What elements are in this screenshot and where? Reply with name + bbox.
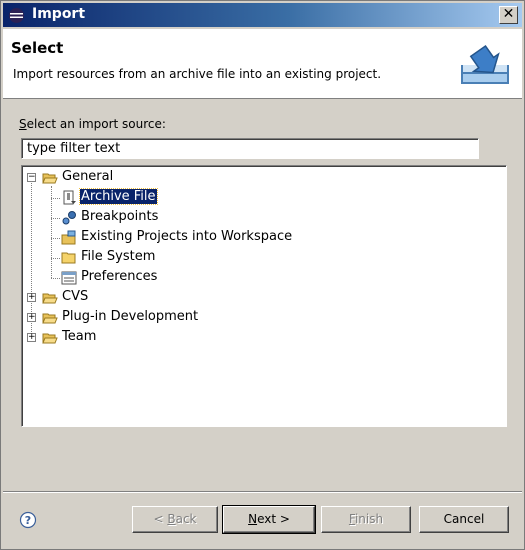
expand-icon[interactable]: + [27,333,36,342]
button-label-prefix: < [153,512,168,526]
import-wizard-icon [461,44,509,84]
tree-item-file-system[interactable]: File System [22,248,502,268]
tree-item-plugin-development[interactable]: + Plug-in Development [22,308,502,328]
label-text: elect an import source: [26,117,166,131]
tree-item-cvs[interactable]: + CVS [22,288,502,308]
tree-label: Plug-in Development [62,309,199,324]
tree-item-team[interactable]: + Team [22,328,502,348]
tree-label: Breakpoints [81,209,159,224]
preferences-icon [61,271,77,285]
tree-label: CVS [62,289,89,304]
back-button[interactable]: < Back [132,506,218,533]
filter-input[interactable] [21,138,479,159]
header-banner: Select Import resources from an archive … [3,29,522,99]
tree-item-general[interactable]: − General [22,168,502,188]
page-description: Import resources from an archive file in… [13,67,382,81]
tree-item-breakpoints[interactable]: Breakpoints [22,208,502,228]
page-title: Select [11,39,64,57]
tree-label: General [62,169,114,184]
close-icon: ✕ [502,6,515,22]
mnemonic-letter: N [248,512,258,526]
next-button[interactable]: Next > [222,505,316,534]
expand-icon[interactable]: + [27,313,36,322]
button-label: ack [175,512,197,526]
open-folder-icon [42,313,58,324]
button-bar-divider [3,491,522,493]
import-dialog: Import ✕ Select Import resources from an… [0,0,525,550]
import-source-tree[interactable]: − General Archive File Breakpoints Exist… [21,165,507,427]
title-bar[interactable]: Import ✕ [3,3,522,27]
open-folder-icon [42,333,58,344]
open-folder-icon [42,173,58,184]
cancel-button[interactable]: Cancel [419,506,509,533]
svg-text:?: ? [25,514,31,527]
tree-label: Archive File [79,188,158,205]
tree-item-existing-projects[interactable]: Existing Projects into Workspace [22,228,502,248]
tree-item-preferences[interactable]: Preferences [22,268,502,288]
window-title: Import [32,6,86,22]
button-label: inish [354,512,384,526]
tree-label: Existing Projects into Workspace [81,229,293,244]
import-source-label: Select an import source: [19,117,166,131]
project-icon [61,230,76,245]
tree-label: Preferences [81,269,158,284]
folder-icon [61,252,76,264]
tree-label: Team [62,329,97,344]
close-button[interactable]: ✕ [499,6,518,24]
collapse-icon[interactable]: − [27,173,36,182]
open-folder-icon [42,293,58,304]
tree-item-archive-file[interactable]: Archive File [22,188,502,208]
mnemonic-letter: B [167,512,176,526]
eclipse-icon [9,8,24,23]
tree-label: File System [81,249,156,264]
archive-file-icon [63,190,76,205]
help-icon[interactable]: ? [19,511,37,529]
breakpoints-icon [62,211,76,225]
mnemonic-letter: S [19,117,27,131]
expand-icon[interactable]: + [27,293,36,302]
button-label: ext > [257,512,290,526]
finish-button[interactable]: Finish [321,506,411,533]
